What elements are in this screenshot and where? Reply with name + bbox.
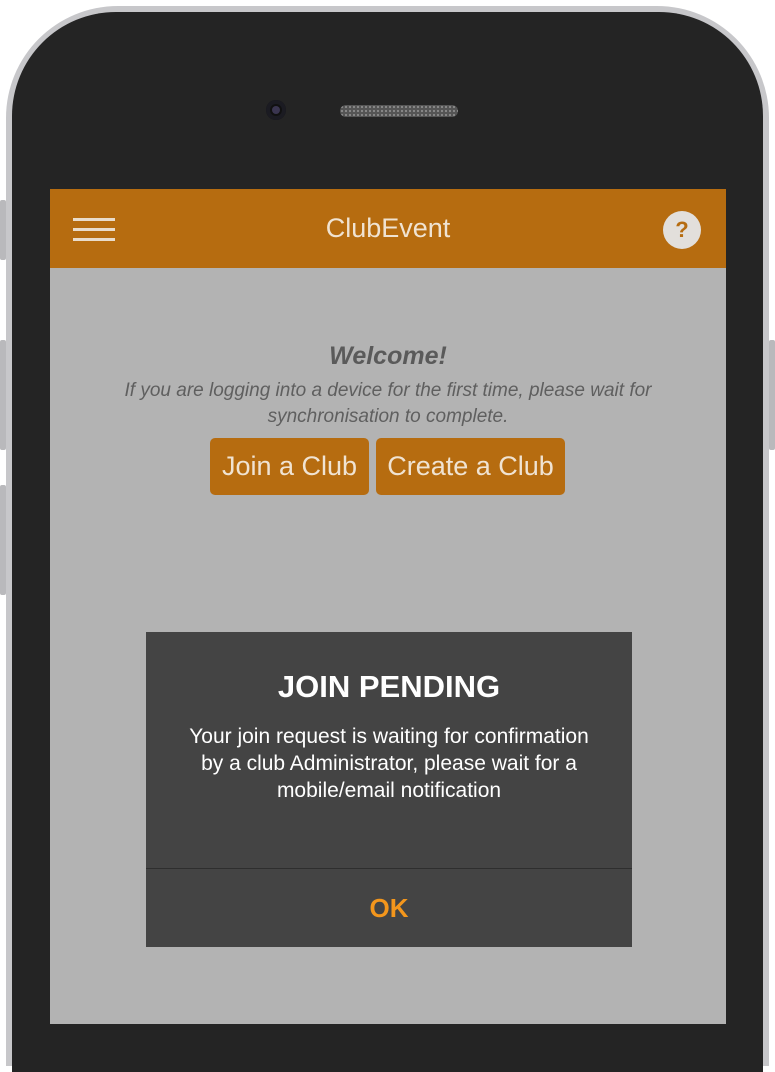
welcome-message: If you are logging into a device for the…: [124, 380, 652, 427]
welcome-title: Welcome!: [329, 342, 447, 370]
dialog-message: Your join request is waiting for confirm…: [189, 725, 589, 802]
phone-volume-down-button: [0, 485, 6, 595]
join-pending-dialog: JOIN PENDING Your join request is waitin…: [146, 632, 632, 947]
phone-mute-switch: [0, 200, 6, 260]
front-camera: [266, 100, 286, 120]
create-club-button[interactable]: Create a Club: [376, 438, 565, 495]
dialog-title: JOIN PENDING: [277, 669, 501, 704]
earpiece-speaker: [340, 105, 458, 117]
hamburger-menu-icon[interactable]: [73, 218, 115, 242]
app-header: ClubEvent ?: [50, 189, 726, 268]
dialog-ok-button[interactable]: OK: [146, 869, 632, 947]
phone-volume-up-button: [0, 340, 6, 450]
app-title: ClubEvent: [325, 213, 451, 243]
join-club-button[interactable]: Join a Club: [210, 438, 369, 495]
phone-power-button: [769, 340, 775, 450]
app-screen: ClubEvent ? Welcome! If you are logging …: [50, 189, 726, 1024]
help-circle-icon[interactable]: ?: [663, 211, 701, 249]
